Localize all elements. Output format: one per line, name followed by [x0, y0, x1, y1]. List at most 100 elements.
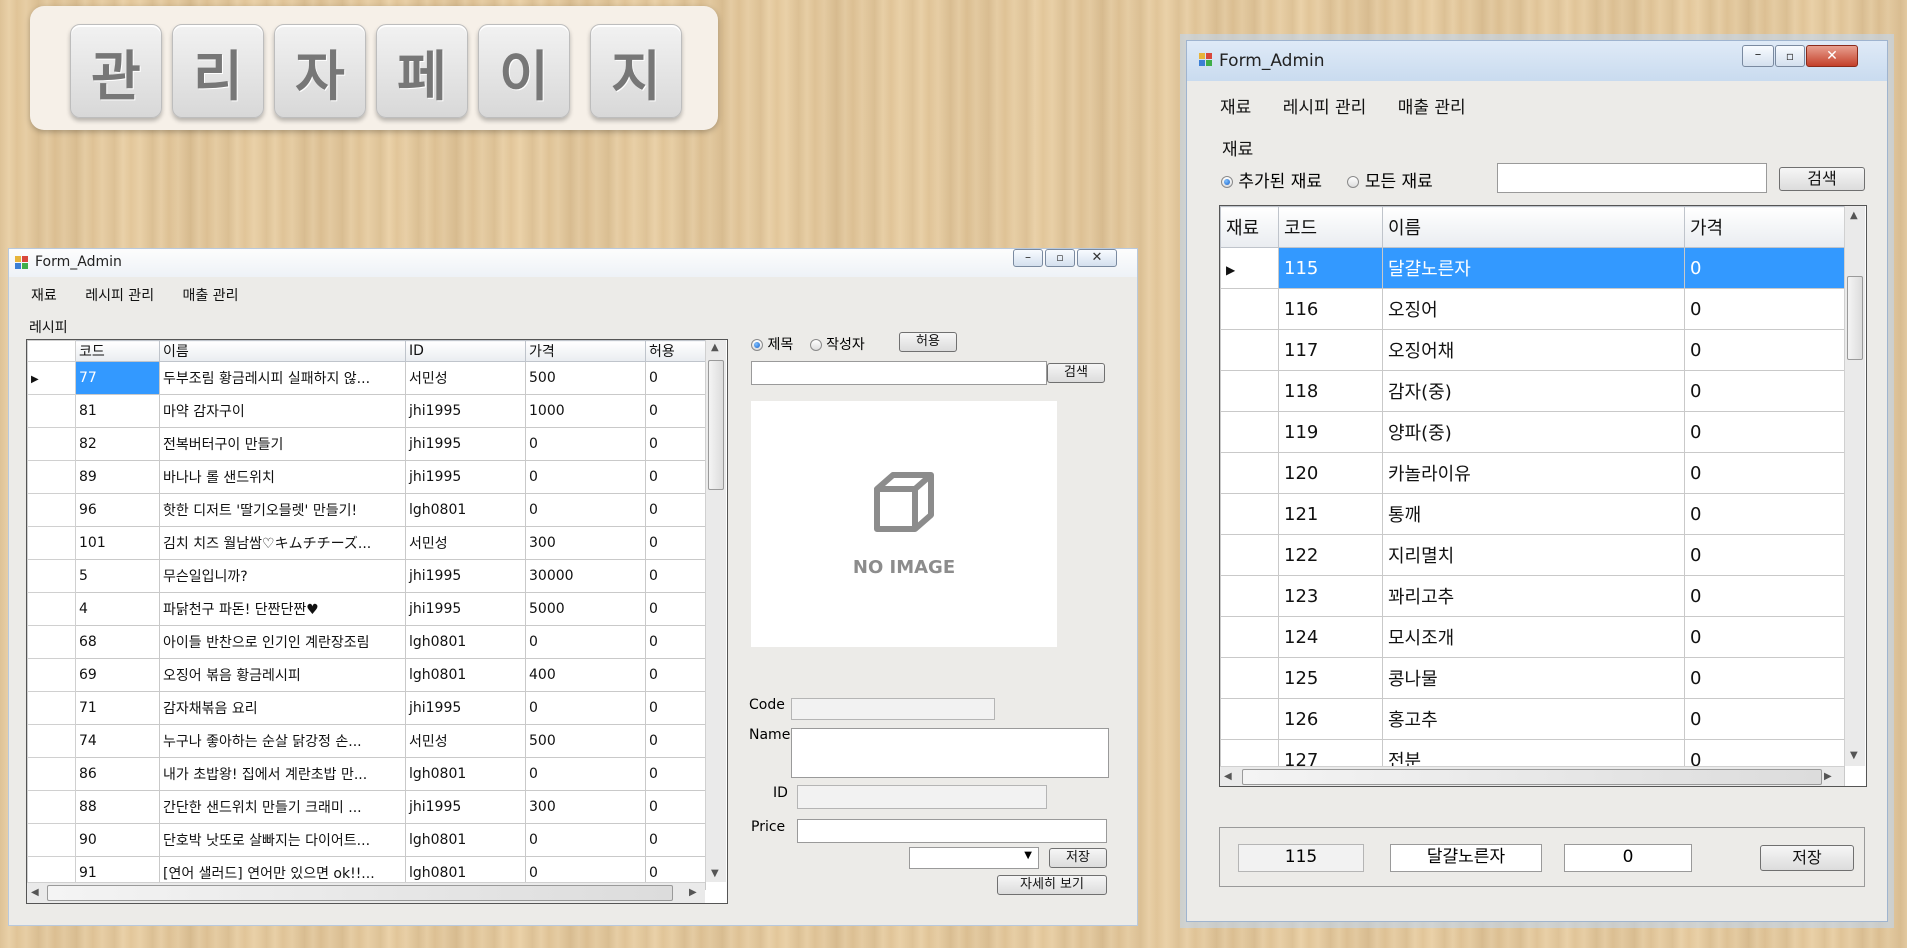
menu-item-sales[interactable]: 매출 관리 [183, 285, 239, 305]
cell-name[interactable]: 단호박 낫또로 살빠지는 다이어트... [159, 823, 406, 857]
column-header-price[interactable]: 가격 [525, 340, 646, 362]
cell-code[interactable]: 4 [75, 592, 160, 626]
ingredient-search-button[interactable]: 검색 [1779, 167, 1865, 191]
scroll-thumb[interactable] [47, 885, 673, 901]
column-header-name[interactable]: 이름 [1382, 206, 1685, 248]
column-header-name[interactable]: 이름 [159, 340, 406, 362]
radio-title[interactable]: 제목 [751, 337, 793, 353]
cell-code[interactable]: 90 [75, 823, 160, 857]
row-header[interactable] [1220, 575, 1279, 617]
cell-price[interactable]: 0 [1684, 247, 1845, 289]
cell-price[interactable]: 0 [1684, 493, 1845, 535]
cell-allow[interactable]: 0 [645, 790, 706, 824]
table-row[interactable]: 125 콩나물 0 [1220, 657, 1845, 699]
table-row[interactable]: 90 단호박 낫또로 살빠지는 다이어트... lgh0801 0 0 [27, 823, 706, 857]
cell-price[interactable]: 0 [525, 427, 646, 461]
cell-price[interactable]: 0 [1684, 288, 1845, 330]
detail-name-field[interactable]: 달걀노른자 [1390, 844, 1542, 872]
cell-name[interactable]: 지리멸치 [1382, 534, 1685, 576]
row-header[interactable] [1220, 534, 1279, 576]
cell-name[interactable]: 모시조개 [1382, 616, 1685, 658]
cell-id[interactable]: lgh0801 [405, 493, 526, 527]
scroll-thumb[interactable] [708, 360, 724, 490]
detail-code-field[interactable]: 115 [1238, 844, 1364, 872]
cell-code[interactable]: 74 [75, 724, 160, 758]
cell-id[interactable]: lgh0801 [405, 757, 526, 791]
cell-id[interactable]: lgh0801 [405, 658, 526, 692]
cell-code[interactable]: 77 [75, 361, 160, 395]
cell-name[interactable]: 감자채볶음 요리 [159, 691, 406, 725]
cell-code[interactable]: 124 [1278, 616, 1383, 658]
cell-id[interactable]: jhi1995 [405, 559, 526, 593]
cell-code[interactable]: 115 [1278, 247, 1383, 289]
recipe-search-input[interactable] [751, 361, 1047, 385]
cell-code[interactable]: 120 [1278, 452, 1383, 494]
cell-id[interactable]: lgh0801 [405, 823, 526, 857]
scroll-left-arrow-icon[interactable]: ◀ [1224, 771, 1232, 782]
grid-vertical-scrollbar[interactable]: ▲ ▼ [1844, 206, 1865, 766]
window-titlebar[interactable]: Form_Admin – ▫ ✕ [1187, 41, 1887, 81]
menu-item-recipe[interactable]: 레시피 관리 [1283, 93, 1367, 118]
table-row[interactable]: 69 오징어 볶음 황금레시피 lgh0801 400 0 [27, 658, 706, 692]
cell-code[interactable]: 117 [1278, 329, 1383, 371]
table-row[interactable]: ▶ 77 두부조림 황금레시피 실패하지 않... 서민성 500 0 [27, 361, 706, 395]
name-field[interactable] [791, 728, 1109, 778]
cell-name[interactable]: 파닭천구 파돈! 단짠단짠♥ [159, 592, 406, 626]
table-row[interactable]: 4 파닭천구 파돈! 단짠단짠♥ jhi1995 5000 0 [27, 592, 706, 626]
cell-price[interactable]: 300 [525, 790, 646, 824]
row-header[interactable] [27, 559, 76, 593]
cell-price[interactable]: 0 [1684, 411, 1845, 453]
cell-allow[interactable]: 0 [645, 691, 706, 725]
cell-price[interactable]: 0 [525, 823, 646, 857]
cell-code[interactable]: 121 [1278, 493, 1383, 535]
cell-price[interactable]: 0 [1684, 329, 1845, 371]
maximize-button[interactable]: ▫ [1775, 45, 1805, 67]
menu-item-recipe[interactable]: 레시피 관리 [85, 285, 154, 305]
cell-code[interactable]: 5 [75, 559, 160, 593]
scroll-thumb[interactable] [1847, 276, 1863, 360]
cell-allow[interactable]: 0 [645, 658, 706, 692]
cell-price[interactable]: 0 [1684, 534, 1845, 576]
scroll-up-arrow-icon[interactable]: ▲ [711, 342, 719, 353]
table-row[interactable]: 81 마약 감자구이 jhi1995 1000 0 [27, 394, 706, 428]
detail-view-button[interactable]: 자세히 보기 [997, 875, 1107, 895]
cell-name[interactable]: 통깨 [1382, 493, 1685, 535]
row-header[interactable] [1220, 288, 1279, 330]
table-row[interactable]: 120 카놀라이유 0 [1220, 452, 1845, 494]
row-header[interactable] [27, 394, 76, 428]
table-row[interactable]: 124 모시조개 0 [1220, 616, 1845, 658]
cell-id[interactable]: jhi1995 [405, 790, 526, 824]
cell-allow[interactable]: 0 [645, 757, 706, 791]
cell-price[interactable]: 500 [525, 724, 646, 758]
cell-allow[interactable]: 0 [645, 724, 706, 758]
cell-name[interactable]: 두부조림 황금레시피 실패하지 않... [159, 361, 406, 395]
row-header[interactable] [1220, 493, 1279, 535]
row-header[interactable] [1220, 657, 1279, 699]
table-row[interactable]: 86 내가 초밥왕! 집에서 계란초밥 만... lgh0801 0 0 [27, 757, 706, 791]
table-row[interactable]: 88 간단한 샌드위치 만들기 크래미 ... jhi1995 300 0 [27, 790, 706, 824]
row-header[interactable] [1220, 698, 1279, 740]
row-header[interactable] [27, 724, 76, 758]
cell-code[interactable]: 89 [75, 460, 160, 494]
column-header-code[interactable]: 코드 [1278, 206, 1383, 248]
cell-name[interactable]: 달걀노른자 [1382, 247, 1685, 289]
cell-allow[interactable]: 0 [645, 394, 706, 428]
cell-code[interactable]: 118 [1278, 370, 1383, 412]
allow-dropdown[interactable]: ▼ [909, 847, 1039, 869]
table-row[interactable]: 68 아이들 반찬으로 인기인 계란장조림 lgh0801 0 0 [27, 625, 706, 659]
cell-name[interactable]: 오징어 [1382, 288, 1685, 330]
row-header[interactable] [27, 460, 76, 494]
cell-code[interactable]: 101 [75, 526, 160, 560]
cell-code[interactable]: 71 [75, 691, 160, 725]
cell-code[interactable]: 123 [1278, 575, 1383, 617]
cell-price[interactable]: 0 [525, 625, 646, 659]
table-row[interactable]: 101 김치 치즈 월남쌈♡キムチチーズ... 서민성 300 0 [27, 526, 706, 560]
table-row[interactable]: 122 지리멸치 0 [1220, 534, 1845, 576]
table-row[interactable]: 126 홍고추 0 [1220, 698, 1845, 740]
ingredient-save-button[interactable]: 저장 [1760, 845, 1854, 871]
cell-code[interactable]: 119 [1278, 411, 1383, 453]
cell-code[interactable]: 88 [75, 790, 160, 824]
cell-name[interactable]: 아이들 반찬으로 인기인 계란장조림 [159, 625, 406, 659]
cell-code[interactable]: 82 [75, 427, 160, 461]
scroll-thumb[interactable] [1242, 769, 1822, 785]
